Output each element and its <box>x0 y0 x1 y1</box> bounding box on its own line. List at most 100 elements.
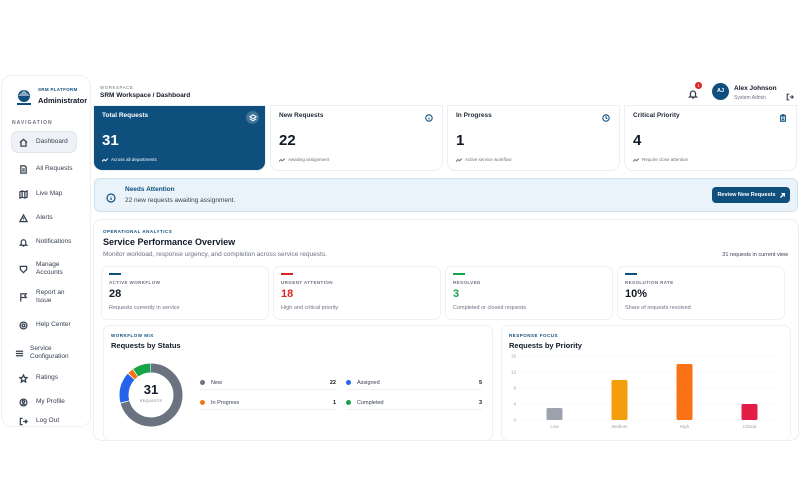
bar-high[interactable] <box>676 364 693 420</box>
help-icon <box>18 320 28 330</box>
sidebar-item-ratings[interactable]: Ratings <box>12 370 76 386</box>
metric-accent-bar <box>625 273 637 275</box>
sidebar-item-manage-accounts[interactable]: Manage Accounts <box>12 258 76 280</box>
sidebar-item-label: Report an Issue <box>36 289 65 304</box>
metric-accent-bar <box>109 273 121 275</box>
legend-label: Assigned <box>357 379 380 386</box>
user-role: System Admin <box>734 95 766 101</box>
top-header: WORKSPACE SRM Workspace / Dashboard 1 AJ… <box>94 76 800 106</box>
sidebar-item-label: Dashboard <box>36 138 68 145</box>
sidebar-item-live-map[interactable]: Live Map <box>12 186 76 202</box>
legend-item-new: New 22 <box>200 376 336 390</box>
stat-note: Require close attention <box>633 157 688 162</box>
y-tick-label: 16 <box>511 354 517 359</box>
stat-value: 1 <box>456 132 465 149</box>
metric-accent-bar <box>281 273 293 275</box>
metric-accent-bar <box>453 273 465 275</box>
stat-note: Active service workflow <box>456 157 512 162</box>
metric-value: 28 <box>109 288 122 300</box>
legend-value: 3 <box>478 399 482 406</box>
y-tick-label: 0 <box>513 418 516 423</box>
sidebar-item-my-profile[interactable]: My Profile <box>12 394 76 410</box>
info-icon <box>424 113 434 123</box>
home-icon <box>18 137 28 147</box>
stat-card-in-progress[interactable]: In Progress 1 Active service workflow <box>448 106 619 170</box>
nav-heading: NAVIGATION <box>12 120 53 126</box>
stat-card-new-requests[interactable]: New Requests 22 Awaiting assignment <box>271 106 442 170</box>
legend-label: New <box>211 379 223 386</box>
stat-value: 31 <box>102 132 119 149</box>
metric-card-active-workflow: ACTIVE WORKFLOW 28 Requests currently in… <box>102 267 268 319</box>
platform-logo-icon <box>17 90 31 105</box>
info-icon <box>106 190 116 203</box>
sidebar-item-label: Live Map <box>36 190 63 197</box>
sidebar-item-alerts[interactable]: Alerts <box>12 210 76 226</box>
stat-card-critical-priority[interactable]: Critical Priority 4 Require close attent… <box>625 106 796 170</box>
user-name: Alex Johnson <box>734 85 777 92</box>
sidebar-item-notifications[interactable]: Notifications <box>12 234 76 250</box>
y-tick-label: 12 <box>511 370 517 375</box>
legend-item-completed: Completed 3 <box>346 396 482 410</box>
sidebar-item-report-issue[interactable]: Report an Issue <box>12 286 76 308</box>
trend-up-icon <box>456 157 462 162</box>
logout-icon <box>18 416 28 426</box>
y-tick-label: 4 <box>513 402 516 407</box>
bar-critical[interactable] <box>741 404 758 420</box>
attention-banner: Needs Attention 22 new requests awaiting… <box>94 178 798 212</box>
bar-low[interactable] <box>546 408 563 420</box>
stat-card-total-requests[interactable]: Total Requests 31 Across all departments <box>94 106 265 170</box>
sidebar-item-log-out[interactable]: Log Out <box>12 414 76 428</box>
metric-label: ACTIVE WORKFLOW <box>109 280 161 285</box>
sidebar: SRM PLATFORM Administrator NAVIGATION Da… <box>2 76 90 426</box>
clipboard-icon <box>778 113 788 123</box>
status-donut: 31 REQUESTS <box>118 362 184 428</box>
workspace-label: WORKSPACE <box>100 85 134 90</box>
map-icon <box>18 189 28 199</box>
stat-note: Across all departments <box>102 157 157 162</box>
metric-note: Share of requests resolved <box>625 305 691 311</box>
trend-up-icon <box>102 157 108 162</box>
sidebar-item-all-requests[interactable]: All Requests <box>12 158 76 180</box>
review-new-requests-button[interactable]: Review New Requests <box>712 187 790 203</box>
stat-note-text: Require close attention <box>642 157 689 162</box>
legend-value: 5 <box>478 379 482 386</box>
users-icon <box>18 264 28 274</box>
legend-label: Completed <box>357 399 384 406</box>
metric-card-resolved: RESOLVED 3 Completed or closed requests <box>446 267 612 319</box>
section-title: Service Performance Overview <box>103 237 236 247</box>
flag-icon <box>18 292 28 302</box>
stat-value: 22 <box>279 132 296 149</box>
panel-kicker: WORKFLOW MIX <box>111 333 154 338</box>
trend-up-icon <box>279 157 285 162</box>
priority-bar-chart: 0 4 8 12 16 Low Medium High Critical <box>511 354 782 429</box>
legend-item-in-progress: In Progress 1 <box>200 396 336 410</box>
sidebar-item-label: Log Out <box>36 417 60 424</box>
stat-title: In Progress <box>456 112 492 119</box>
star-icon <box>18 373 28 383</box>
brand-title: Administrator <box>38 96 88 105</box>
priority-chart-panel: RESPONSE FOCUS Requests by Priority 0481… <box>502 326 790 440</box>
sidebar-item-help-center[interactable]: Help Center <box>12 314 76 336</box>
sidebar-item-service-configuration[interactable]: Service Configuration <box>12 342 76 364</box>
donut-center-value: 31 <box>143 382 159 397</box>
brand[interactable]: SRM PLATFORM Administrator <box>12 86 88 110</box>
panel-title: Requests by Status <box>111 341 181 350</box>
sidebar-item-label: All Requests <box>36 165 73 172</box>
stat-title: Total Requests <box>102 112 149 119</box>
logout-icon[interactable] <box>786 88 794 101</box>
banner-text: 22 new requests awaiting assignment. <box>125 197 236 204</box>
sidebar-item-label: Notifications <box>36 238 72 245</box>
trend-up-icon <box>633 157 639 162</box>
legend-value: 22 <box>329 379 336 386</box>
donut-center-label: REQUESTS <box>139 399 163 403</box>
legend-dot <box>200 400 205 405</box>
analytics-section: OPERATIONAL ANALYTICS Service Performanc… <box>94 220 798 440</box>
metric-value: 18 <box>281 288 294 300</box>
stat-title: Critical Priority <box>633 112 680 119</box>
avatar[interactable]: AJ <box>712 83 729 100</box>
sidebar-item-dashboard[interactable]: Dashboard <box>12 132 76 152</box>
stat-value: 4 <box>633 132 642 149</box>
bar-medium[interactable] <box>611 380 628 420</box>
metric-card-urgent-attention: URGENT ATTENTION 18 High and critical pr… <box>274 267 440 319</box>
metric-card-resolution-rate: RESOLUTION RATE 10% Share of requests re… <box>618 267 784 319</box>
